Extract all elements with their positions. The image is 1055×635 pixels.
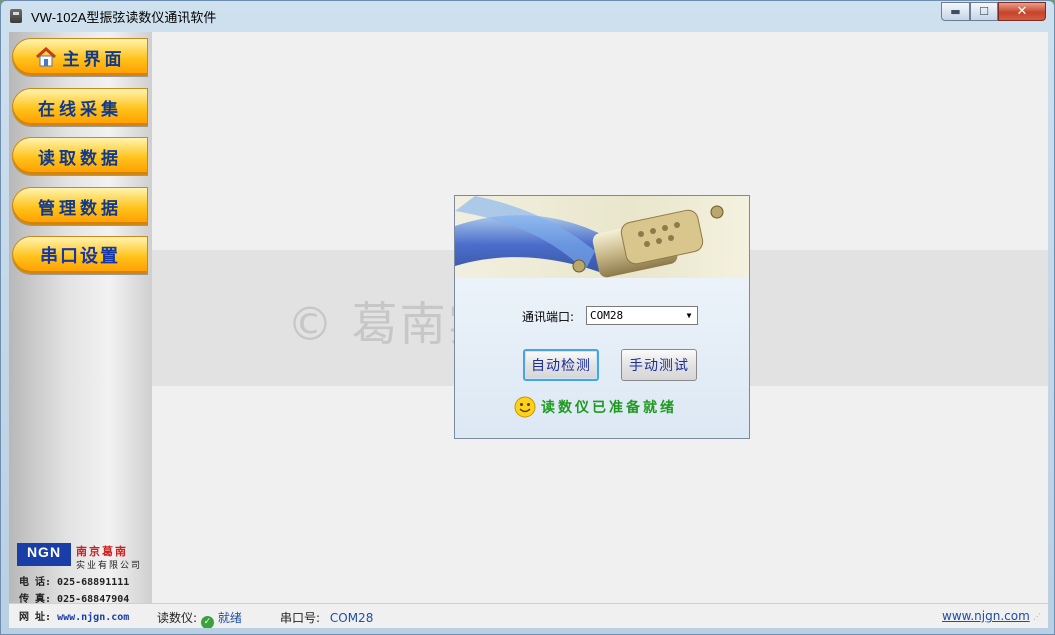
logo-mark: NGN [17, 543, 71, 561]
logo-company-name: 南京葛南 [76, 545, 128, 558]
auto-detect-button[interactable]: 自动检测 [523, 349, 599, 381]
company-logo: NGN 南京葛南 实业有限公司 [17, 543, 149, 573]
nav-serial-settings-button[interactable]: 串口设置 [12, 236, 148, 274]
port-select[interactable]: COM28 ▼ [586, 306, 698, 325]
port-status-value: COM28 [329, 611, 374, 625]
nav-home-label: 主界面 [62, 49, 126, 70]
port-label: 通讯端口: [522, 310, 575, 324]
resize-grip-icon[interactable]: ⋰ [1033, 612, 1041, 621]
minimize-button[interactable]: ▬ [941, 2, 970, 21]
nav-manage-data-label: 管理数据 [38, 198, 122, 219]
logo-company-type: 实业有限公司 [76, 561, 143, 571]
logo-underline [17, 561, 71, 566]
port-status-label: 串口号: [280, 611, 321, 625]
nav-online-collect-button[interactable]: 在线采集 [12, 88, 148, 126]
contact-web-label: 网 址: [19, 612, 58, 623]
app-window: VW-102A型振弦读数仪通讯软件 ▬ ☐ ✕ 主界面 在线采集 读取数据 管理… [0, 0, 1055, 635]
device-ready-status: 读数仪已准备就绪 [514, 396, 677, 418]
nav-read-data-label: 读取数据 [38, 148, 122, 169]
app-icon[interactable] [10, 9, 22, 23]
check-icon: ✓ [200, 616, 214, 628]
nav-online-collect-label: 在线采集 [38, 99, 122, 120]
manual-test-button[interactable]: 手动测试 [621, 349, 697, 381]
website-link[interactable]: www.njgn.com [942, 609, 1030, 623]
port-status: 串口号: COM28 [280, 609, 373, 626]
device-status: 读数仪: ✓ 就绪 [157, 609, 242, 628]
home-icon [35, 46, 57, 68]
title-bar[interactable]: VW-102A型振弦读数仪通讯软件 ▬ ☐ ✕ [1, 1, 1054, 31]
panel-body: 通讯端口: COM28 ▼ 自动检测 手动测试 读数仪已准备就绪 [455, 278, 749, 438]
dropdown-arrow-icon[interactable]: ▼ [681, 307, 697, 324]
nav-home-button[interactable]: 主界面 [12, 38, 148, 76]
status-bar: 网 址: www.njgn.com 读数仪: ✓ 就绪 串口号: COM28 ww… [9, 603, 1048, 628]
device-ready-text: 读数仪已准备就绪 [541, 400, 677, 416]
nav-serial-settings-label: 串口设置 [40, 246, 120, 267]
serial-connector-image [455, 196, 749, 278]
sidebar: 主界面 在线采集 读取数据 管理数据 串口设置 NGN 南京葛南 实业有限公司 … [9, 32, 152, 605]
device-status-value: 就绪 [217, 611, 242, 625]
serial-port-panel: 通讯端口: COM28 ▼ 自动检测 手动测试 读数仪已准备就绪 [454, 195, 750, 439]
contact-web-link[interactable]: www.njgn.com [57, 612, 129, 623]
close-button[interactable]: ✕ [998, 2, 1046, 21]
port-select-value: COM28 [590, 309, 624, 322]
nav-read-data-button[interactable]: 读取数据 [12, 137, 148, 175]
contact-web: 网 址: www.njgn.com [19, 608, 129, 623]
client-area: 主界面 在线采集 读取数据 管理数据 串口设置 NGN 南京葛南 实业有限公司 … [9, 32, 1048, 628]
contact-phone: 电 话: 025-68891111 [19, 577, 130, 588]
nav-manage-data-button[interactable]: 管理数据 [12, 187, 148, 225]
smiley-icon [514, 396, 536, 418]
device-status-label: 读数仪: [157, 611, 198, 625]
window-title: VW-102A型振弦读数仪通讯软件 [31, 10, 217, 25]
maximize-button[interactable]: ☐ [970, 2, 998, 21]
